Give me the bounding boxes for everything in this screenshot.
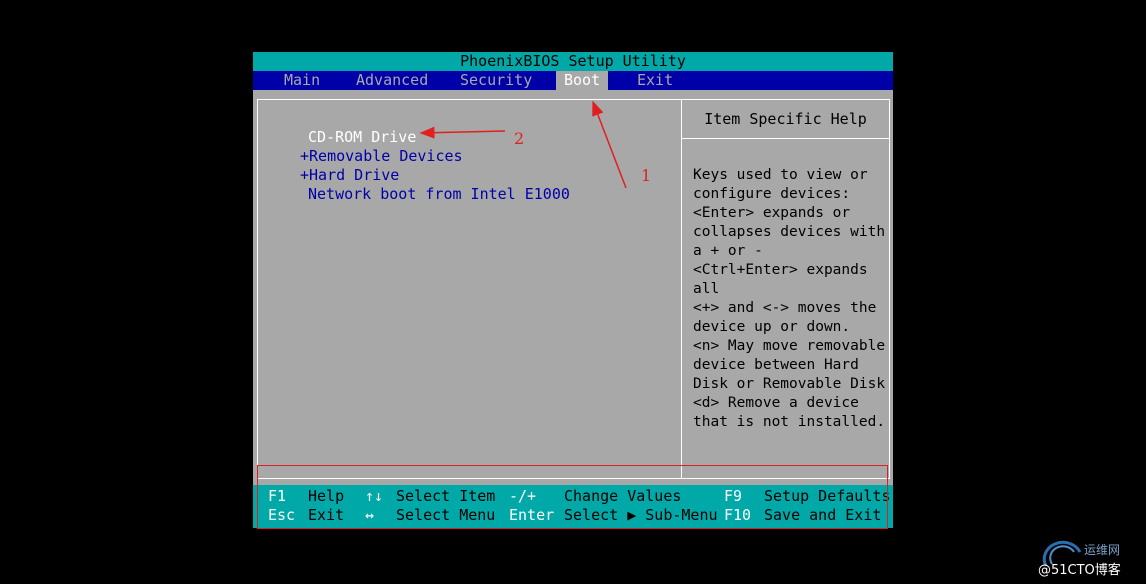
annotation-arrows xyxy=(419,100,627,189)
watermark-top-text: 运维网 xyxy=(1084,543,1121,557)
arrow-2 xyxy=(419,126,506,139)
annotation-label-1: 1 xyxy=(641,166,652,185)
annotation-label-2: 2 xyxy=(514,129,525,148)
watermark-text: @51CTO博客 xyxy=(1038,563,1121,578)
arrow-1 xyxy=(592,100,627,189)
